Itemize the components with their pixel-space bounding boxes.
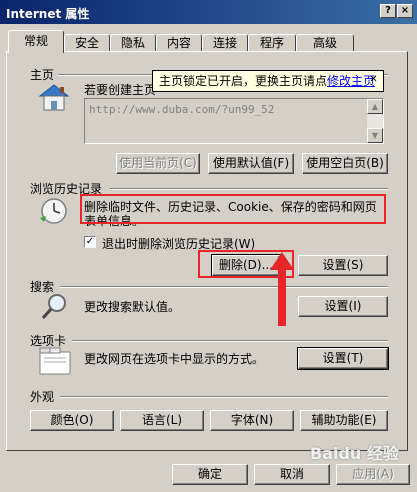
languages-button[interactable]: 语言(L): [120, 410, 204, 431]
ok-button[interactable]: 确定: [172, 464, 248, 485]
tooltip-close-icon[interactable]: ✕: [368, 75, 379, 86]
delete-on-exit-checkbox[interactable]: ✓: [84, 236, 96, 248]
scroll-up-icon[interactable]: ▲: [367, 99, 383, 114]
tab-general[interactable]: 常规: [8, 30, 64, 53]
tab-security[interactable]: 安全: [64, 34, 110, 52]
tab-connections[interactable]: 连接: [202, 34, 248, 52]
scroll-down-icon[interactable]: ▼: [367, 128, 383, 143]
tab-programs[interactable]: 程序: [248, 34, 296, 52]
close-button[interactable]: ×: [397, 4, 413, 18]
window-title: Internet 属性: [6, 7, 90, 21]
annotation-arrow-icon: [268, 252, 296, 331]
home-section-label: 主页: [30, 68, 55, 82]
url-scrollbar[interactable]: ▲ ▼: [367, 99, 383, 143]
tab-advanced[interactable]: 高级: [296, 34, 354, 52]
accessibility-button[interactable]: 辅助功能(E): [300, 410, 388, 431]
use-current-button[interactable]: 使用当前页(C): [116, 153, 200, 174]
tabs-separator: [72, 340, 388, 342]
appearance-section-label: 外观: [30, 390, 55, 404]
homepage-lock-tooltip: 主页锁定已开启，更换主页请点修改主页 ✕: [152, 70, 384, 92]
fonts-button[interactable]: 字体(N): [210, 410, 294, 431]
home-description: 若要创建主页: [84, 83, 157, 97]
use-default-button[interactable]: 使用默认值(F): [208, 153, 294, 174]
search-settings-button[interactable]: 设置(I): [298, 296, 388, 317]
history-separator: [110, 188, 388, 190]
history-settings-button[interactable]: 设置(S): [298, 255, 388, 276]
title-bar: Internet 属性 ? ×: [0, 0, 417, 24]
tabs-description: 更改网页在选项卡中显示的方式。: [84, 352, 265, 366]
search-icon: [40, 292, 70, 325]
tabs-window-icon: [38, 346, 72, 379]
colors-button[interactable]: 颜色(O): [30, 410, 114, 431]
search-description: 更改搜索默认值。: [84, 300, 181, 314]
history-clock-icon: [36, 196, 72, 229]
tab-privacy[interactable]: 隐私: [110, 34, 156, 52]
apply-button[interactable]: 应用(A): [336, 464, 410, 485]
annotation-box-description: [80, 194, 386, 224]
use-blank-button[interactable]: 使用空白页(B): [302, 153, 388, 174]
home-url-field[interactable]: http://www.duba.com/?un99_52 ▲ ▼: [84, 98, 384, 144]
watermark: Baidu 经验: [310, 444, 399, 463]
home-icon: [36, 82, 72, 115]
tooltip-text: 主页锁定已开启，更换主页请点: [159, 74, 328, 88]
tabs-settings-button[interactable]: 设置(T): [297, 347, 389, 370]
tab-content[interactable]: 内容: [156, 34, 202, 52]
appearance-separator: [60, 396, 388, 398]
home-url-text: http://www.duba.com/?un99_52: [89, 103, 275, 116]
search-separator: [60, 286, 388, 288]
cancel-button[interactable]: 取消: [254, 464, 330, 485]
help-button[interactable]: ?: [380, 4, 396, 18]
